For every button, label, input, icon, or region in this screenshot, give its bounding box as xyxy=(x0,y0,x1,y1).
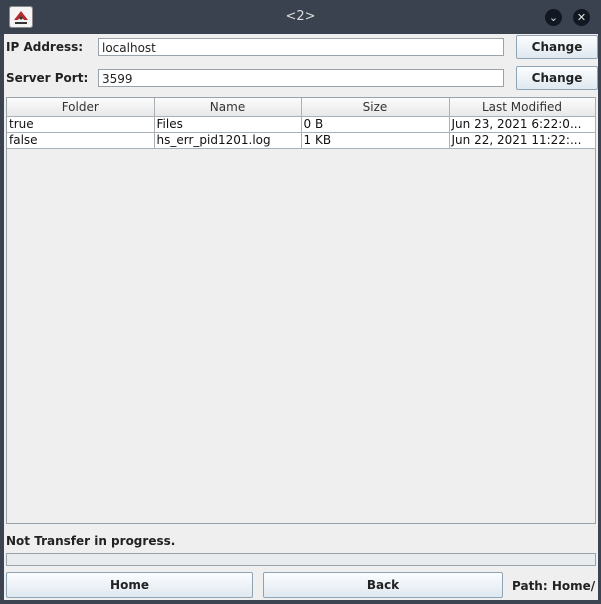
close-icon[interactable]: ✕ xyxy=(573,9,590,26)
cell-folder[interactable]: false xyxy=(7,132,155,149)
column-header-last-modified[interactable]: Last Modified xyxy=(449,98,596,117)
current-path: Path: Home/ xyxy=(512,579,596,593)
column-header-folder[interactable]: Folder xyxy=(7,98,155,117)
table-header: Folder Name Size Last Modified xyxy=(7,98,596,117)
ip-address-label: IP Address: xyxy=(6,40,84,54)
change-port-button[interactable]: Change xyxy=(516,66,598,90)
title-bar[interactable]: <2> ⌄ ✕ xyxy=(0,0,601,34)
server-port-label: Server Port: xyxy=(6,71,89,85)
cell-size[interactable]: 1 KB xyxy=(301,132,450,149)
transfer-status: Not Transfer in progress. xyxy=(6,534,176,548)
cell-size[interactable]: 0 B xyxy=(301,116,450,133)
file-table[interactable]: Folder Name Size Last Modified true File… xyxy=(6,97,596,524)
cell-name[interactable]: Files xyxy=(154,116,302,133)
column-header-name[interactable]: Name xyxy=(154,98,302,117)
transfer-progress-bar xyxy=(6,553,596,566)
table-row[interactable]: false hs_err_pid1201.log 1 KB Jun 22, 20… xyxy=(7,132,596,149)
cell-last-modified[interactable]: Jun 23, 2021 6:22:0... xyxy=(449,116,596,133)
table-row[interactable]: true Files 0 B Jun 23, 2021 6:22:0... xyxy=(7,116,596,133)
chevron-down-icon[interactable]: ⌄ xyxy=(545,9,562,26)
column-header-size[interactable]: Size xyxy=(301,98,450,117)
server-port-field[interactable]: 3599 xyxy=(98,69,504,87)
change-ip-button[interactable]: Change xyxy=(516,35,598,59)
main-panel: IP Address: localhost Change Server Port… xyxy=(4,34,598,600)
ip-address-field[interactable]: localhost xyxy=(98,38,504,56)
cell-last-modified[interactable]: Jun 22, 2021 11:22:... xyxy=(449,132,596,149)
cell-folder[interactable]: true xyxy=(7,116,155,133)
window-title: <2> xyxy=(285,9,316,24)
back-button[interactable]: Back xyxy=(263,572,503,598)
cell-name[interactable]: hs_err_pid1201.log xyxy=(154,132,302,149)
app-window: <2> ⌄ ✕ IP Address: localhost Change Ser… xyxy=(0,0,601,604)
home-button[interactable]: Home xyxy=(6,572,253,598)
